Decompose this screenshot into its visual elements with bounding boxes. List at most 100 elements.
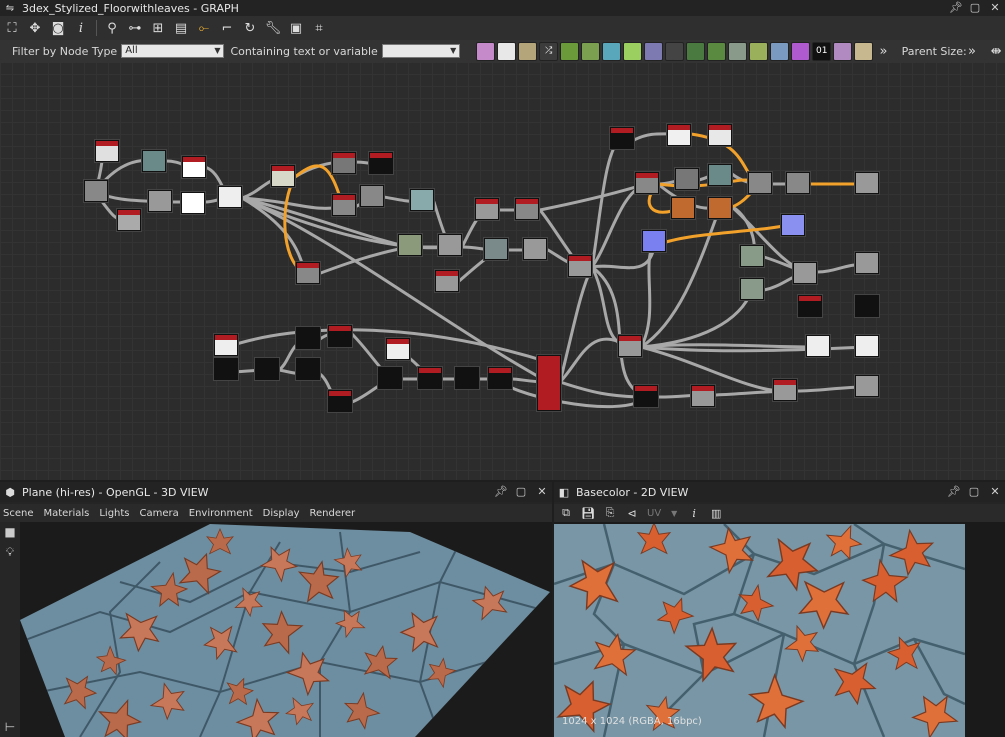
align-icon[interactable]: ⌐: [217, 18, 237, 38]
graph-node[interactable]: [537, 355, 561, 411]
graph-node[interactable]: [691, 385, 715, 407]
containing-text-input[interactable]: ▼: [381, 44, 461, 58]
menu-environment[interactable]: Environment: [189, 508, 253, 519]
graph-node[interactable]: [855, 295, 879, 317]
maximize-icon[interactable]: ▢: [969, 1, 981, 14]
graph-node[interactable]: [214, 334, 238, 356]
pan-icon[interactable]: ✥: [25, 18, 45, 38]
more-icon[interactable]: »: [877, 41, 889, 61]
view-icon[interactable]: ⧉: [559, 506, 573, 520]
graph-node[interactable]: [793, 262, 817, 284]
maximize-icon[interactable]: ▢: [515, 485, 527, 498]
graph-node[interactable]: [667, 124, 691, 146]
graph-node[interactable]: [484, 238, 508, 260]
parent-size-more-icon[interactable]: »: [967, 41, 978, 61]
graph-node[interactable]: [142, 150, 166, 172]
graph-node[interactable]: [740, 278, 764, 300]
graph-node[interactable]: [182, 156, 206, 178]
shuffle-icon[interactable]: ⤮: [539, 41, 559, 61]
graph-node[interactable]: [181, 192, 205, 214]
graph-node[interactable]: [84, 180, 108, 202]
search-icon[interactable]: ⚲: [102, 18, 122, 38]
share-icon[interactable]: ⊲: [625, 506, 639, 520]
graph-node[interactable]: [369, 152, 393, 174]
warning-icon[interactable]: [854, 41, 874, 61]
graph-node[interactable]: [855, 375, 879, 397]
graph-node[interactable]: [95, 140, 119, 162]
screenshot-icon[interactable]: ◙: [48, 18, 68, 38]
graph-node[interactable]: [708, 124, 732, 146]
graph-node[interactable]: [781, 214, 805, 236]
graph-node[interactable]: [296, 262, 320, 284]
wrench-icon[interactable]: 🔧︎: [263, 18, 283, 38]
graph-node[interactable]: [635, 172, 659, 194]
graph-node[interactable]: [740, 245, 764, 267]
graph-node[interactable]: [748, 172, 772, 194]
sphere-icon[interactable]: [749, 41, 769, 61]
eye-icon[interactable]: [728, 41, 748, 61]
graph-node[interactable]: [798, 295, 822, 317]
link-icon[interactable]: ⊶: [125, 18, 145, 38]
graph-node[interactable]: [360, 185, 384, 207]
graph-node[interactable]: [708, 164, 732, 186]
graph-node[interactable]: [855, 335, 879, 357]
graph-node[interactable]: [271, 165, 295, 187]
graph-node[interactable]: [786, 172, 810, 194]
graph-node[interactable]: [328, 325, 352, 347]
graph-node[interactable]: [618, 335, 642, 357]
pin-icon[interactable]: 📌︎: [949, 1, 963, 14]
graph-node[interactable]: [455, 367, 479, 389]
uniform-color-icon[interactable]: [518, 41, 538, 61]
graph-node[interactable]: [378, 367, 402, 389]
curve-icon[interactable]: [560, 41, 580, 61]
maximize-icon[interactable]: ▢: [968, 485, 980, 498]
view3d-viewport[interactable]: [20, 522, 552, 737]
light-bulb-icon[interactable]: 💡︎: [0, 542, 20, 562]
graph-node[interactable]: [418, 367, 442, 389]
close-icon[interactable]: ✕: [989, 485, 1001, 498]
graph-node[interactable]: [218, 186, 242, 208]
menu-renderer[interactable]: Renderer: [310, 508, 356, 519]
menu-camera[interactable]: Camera: [140, 508, 179, 519]
menu-display[interactable]: Display: [263, 508, 300, 519]
pin-icon[interactable]: 📌︎: [494, 485, 508, 498]
graph-node[interactable]: [386, 338, 410, 360]
warp-icon[interactable]: [833, 41, 853, 61]
graph-node[interactable]: [855, 252, 879, 274]
save-icon[interactable]: 💾︎: [581, 506, 595, 520]
hierarchy-icon[interactable]: ⊞: [148, 18, 168, 38]
graph-node[interactable]: [642, 230, 666, 252]
grid-icon[interactable]: [665, 41, 685, 61]
tree-icon[interactable]: [707, 41, 727, 61]
binary-icon[interactable]: 01: [812, 41, 832, 61]
info-icon[interactable]: i: [687, 506, 701, 520]
bitmap-icon[interactable]: [476, 41, 496, 61]
camera-icon[interactable]: ■: [0, 522, 20, 542]
info-icon[interactable]: i: [71, 18, 91, 38]
graph-node[interactable]: [671, 197, 695, 219]
crop-icon[interactable]: ⌗: [309, 18, 329, 38]
graph-node[interactable]: [523, 238, 547, 260]
svg-icon[interactable]: [497, 41, 517, 61]
graph-node[interactable]: [214, 358, 238, 380]
pin-icon[interactable]: 📌︎: [947, 485, 961, 498]
graph-node[interactable]: [296, 358, 320, 380]
connection-icon[interactable]: ⟜: [194, 18, 214, 38]
graph-node[interactable]: [255, 358, 279, 380]
graph-node[interactable]: [610, 127, 634, 149]
graph-canvas[interactable]: [0, 62, 1005, 480]
graph-node[interactable]: [675, 168, 699, 190]
close-icon[interactable]: ✕: [536, 485, 548, 498]
frame-all-icon[interactable]: ⛶: [2, 18, 22, 38]
graph-node[interactable]: [773, 379, 797, 401]
graph-node[interactable]: [328, 390, 352, 412]
blend-icon[interactable]: [581, 41, 601, 61]
graph-node[interactable]: [148, 190, 172, 212]
graph-node[interactable]: [117, 209, 141, 231]
graph-node[interactable]: [515, 198, 539, 220]
graph-node[interactable]: [332, 194, 356, 216]
graph-node[interactable]: [708, 197, 732, 219]
graph-node[interactable]: [475, 198, 499, 220]
graph-node[interactable]: [806, 335, 830, 357]
hierarchy-icon[interactable]: ⊢: [0, 717, 20, 737]
